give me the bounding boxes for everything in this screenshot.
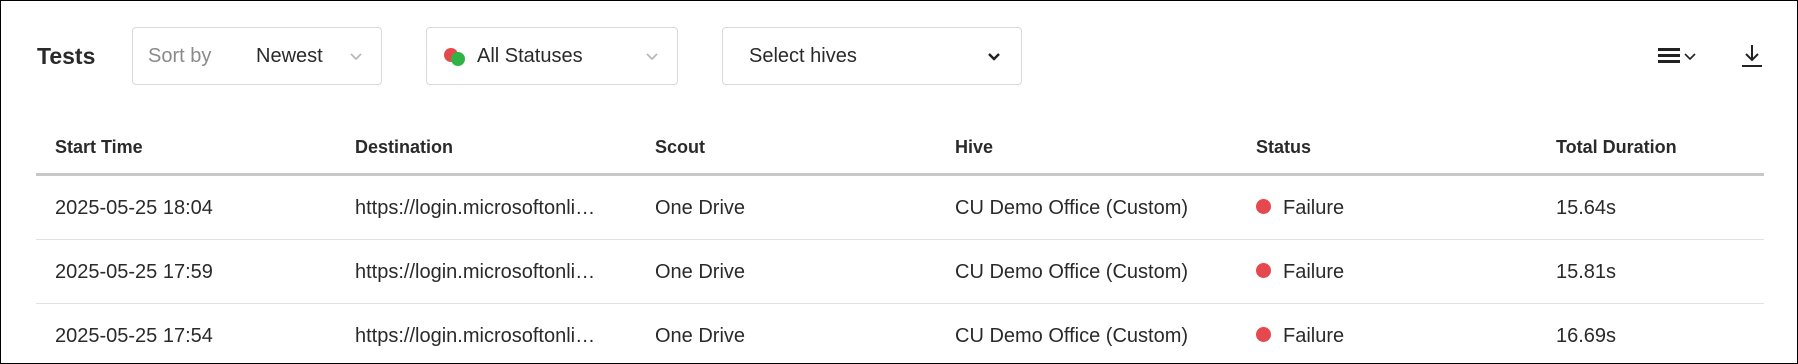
status-label: Failure: [1283, 325, 1345, 347]
cell-hive: CU Demo Office (Custom): [955, 197, 1189, 219]
table-header: Start Time Destination Scout Hive Status…: [36, 119, 1764, 176]
status-filter-value: All Statuses: [477, 45, 583, 67]
page-title: Tests: [37, 43, 96, 69]
column-header-hive[interactable]: Hive: [955, 135, 993, 159]
status-dots-icon: [444, 48, 465, 66]
cell-destination: https://login.microsoftonli…: [355, 261, 596, 283]
cell-hive: CU Demo Office (Custom): [955, 325, 1189, 347]
cell-total-duration: 15.81s: [1556, 261, 1617, 283]
cell-total-duration: 16.69s: [1556, 325, 1617, 347]
column-header-destination[interactable]: Destination: [355, 135, 453, 159]
cell-destination: https://login.microsoftonli…: [355, 197, 596, 219]
cell-total-duration: 15.64s: [1556, 197, 1617, 219]
column-menu-button[interactable]: [1656, 41, 1702, 71]
toolbar: Tests Sort by Newest All Statuses Select…: [1, 1, 1797, 111]
cell-status: Failure: [1256, 323, 1344, 349]
status-dot-icon: [1256, 263, 1271, 279]
table-row[interactable]: 2025-05-25 17:59 https://login.microsoft…: [36, 240, 1764, 304]
table-row[interactable]: 2025-05-25 18:04 https://login.microsoft…: [36, 176, 1764, 240]
cell-destination: https://login.microsoftonli…: [355, 325, 596, 347]
chevron-down-icon: [988, 53, 1000, 61]
column-header-scout[interactable]: Scout: [655, 135, 705, 159]
sort-value: Newest: [256, 45, 323, 67]
cell-hive: CU Demo Office (Custom): [955, 261, 1189, 283]
column-header-start-time[interactable]: Start Time: [55, 135, 143, 159]
cell-start-time: 2025-05-25 17:54: [55, 325, 213, 347]
cell-scout: One Drive: [655, 197, 746, 219]
tests-table: Start Time Destination Scout Hive Status…: [36, 119, 1764, 363]
cell-start-time: 2025-05-25 18:04: [55, 197, 213, 219]
list-menu-icon: [1658, 48, 1696, 63]
cell-scout: One Drive: [655, 261, 746, 283]
status-filter-dropdown[interactable]: All Statuses: [426, 27, 678, 85]
sort-dropdown[interactable]: Sort by Newest: [132, 27, 382, 85]
chevron-down-icon: [350, 53, 362, 61]
status-dot-icon: [1256, 327, 1271, 343]
status-label: Failure: [1283, 197, 1345, 219]
hives-placeholder: Select hives: [749, 45, 857, 67]
table-row[interactable]: 2025-05-25 17:54 https://login.microsoft…: [36, 304, 1764, 363]
hives-select[interactable]: Select hives: [722, 27, 1022, 85]
status-dot-icon: [1256, 199, 1271, 215]
sort-prefix-label: Sort by: [148, 45, 212, 67]
cell-scout: One Drive: [655, 325, 746, 347]
chevron-down-icon: [646, 53, 658, 61]
cell-start-time: 2025-05-25 17:59: [55, 261, 213, 283]
download-button[interactable]: [1738, 41, 1766, 71]
tests-panel: Tests Sort by Newest All Statuses Select…: [0, 0, 1798, 364]
column-header-total-duration[interactable]: Total Duration: [1556, 135, 1677, 159]
status-label: Failure: [1283, 261, 1345, 283]
download-icon: [1742, 45, 1762, 67]
column-header-status[interactable]: Status: [1256, 135, 1311, 159]
cell-status: Failure: [1256, 259, 1344, 285]
cell-status: Failure: [1256, 195, 1344, 221]
